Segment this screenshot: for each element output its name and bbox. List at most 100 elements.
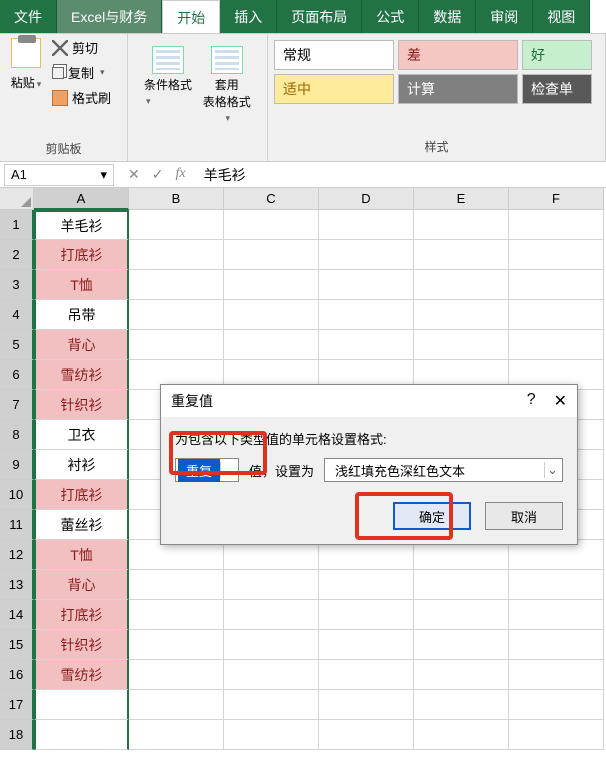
cell[interactable]	[224, 720, 319, 750]
row-header[interactable]: 6	[0, 360, 34, 390]
cell[interactable]	[319, 630, 414, 660]
row-header[interactable]: 3	[0, 270, 34, 300]
col-header-A[interactable]: A	[34, 188, 129, 210]
col-header-F[interactable]: F	[509, 188, 604, 210]
tab-view[interactable]: 视图	[533, 0, 590, 33]
cell[interactable]	[224, 600, 319, 630]
cell[interactable]	[509, 660, 604, 690]
cell[interactable]	[319, 720, 414, 750]
cell[interactable]	[414, 240, 509, 270]
cell[interactable]	[224, 240, 319, 270]
row-header[interactable]: 10	[0, 480, 34, 510]
copy-button[interactable]: 复制	[52, 63, 111, 82]
col-header-B[interactable]: B	[129, 188, 224, 210]
cell[interactable]	[414, 720, 509, 750]
row-header[interactable]: 18	[0, 720, 34, 750]
cell[interactable]	[224, 300, 319, 330]
row-header[interactable]: 8	[0, 420, 34, 450]
tab-formulas[interactable]: 公式	[362, 0, 419, 33]
cell[interactable]	[414, 660, 509, 690]
cell[interactable]	[129, 570, 224, 600]
row-header[interactable]: 2	[0, 240, 34, 270]
tab-page-layout[interactable]: 页面布局	[277, 0, 362, 33]
cut-button[interactable]: 剪切	[52, 38, 111, 57]
format-painter-button[interactable]: 格式刷	[52, 88, 111, 107]
cell[interactable]	[129, 600, 224, 630]
cell[interactable]	[414, 210, 509, 240]
tab-insert[interactable]: 插入	[220, 0, 277, 33]
cell[interactable]: 针织衫	[34, 630, 129, 660]
row-header[interactable]: 4	[0, 300, 34, 330]
row-header[interactable]: 15	[0, 630, 34, 660]
tab-home[interactable]: 开始	[162, 0, 220, 33]
cell[interactable]	[34, 720, 129, 750]
cell[interactable]: T恤	[34, 540, 129, 570]
tab-file[interactable]: 文件	[0, 0, 57, 33]
cell[interactable]	[414, 600, 509, 630]
cell[interactable]: 雪纺衫	[34, 660, 129, 690]
cell[interactable]	[509, 630, 604, 660]
cell[interactable]: 打底衫	[34, 480, 129, 510]
cell[interactable]	[129, 720, 224, 750]
format-select[interactable]: 浅红填充色深红色文本 ⌄	[324, 458, 563, 482]
close-icon[interactable]: ✕	[554, 391, 567, 411]
cell[interactable]	[414, 270, 509, 300]
conditional-format-button[interactable]: 条件格式	[144, 46, 193, 124]
cell[interactable]	[414, 330, 509, 360]
name-box[interactable]: A1 ▾	[4, 164, 114, 186]
cell[interactable]	[509, 330, 604, 360]
row-header[interactable]: 13	[0, 570, 34, 600]
cell[interactable]	[129, 240, 224, 270]
cell[interactable]	[224, 690, 319, 720]
cell[interactable]	[34, 690, 129, 720]
row-header[interactable]: 12	[0, 540, 34, 570]
cell[interactable]: T恤	[34, 270, 129, 300]
col-header-D[interactable]: D	[319, 188, 414, 210]
cell[interactable]	[224, 630, 319, 660]
cell[interactable]	[129, 330, 224, 360]
cell-style-good[interactable]: 好	[522, 40, 592, 70]
cell[interactable]	[509, 300, 604, 330]
cell[interactable]	[509, 570, 604, 600]
col-header-C[interactable]: C	[224, 188, 319, 210]
cell-style-normal[interactable]: 常规	[274, 40, 394, 70]
cell[interactable]	[129, 210, 224, 240]
cell[interactable]: 雪纺衫	[34, 360, 129, 390]
row-header[interactable]: 17	[0, 690, 34, 720]
cell-style-neutral[interactable]: 适中	[274, 74, 394, 104]
cell[interactable]: 吊带	[34, 300, 129, 330]
format-as-table-button[interactable]: 套用 表格格式	[203, 46, 252, 124]
enter-formula-icon[interactable]: ✓	[152, 166, 164, 183]
row-header[interactable]: 11	[0, 510, 34, 540]
value-type-select[interactable]: 重复 ⌄	[175, 458, 239, 482]
cell-style-check[interactable]: 检查单	[522, 74, 592, 104]
ok-button[interactable]: 确定	[393, 502, 471, 530]
cell[interactable]	[509, 720, 604, 750]
row-header[interactable]: 5	[0, 330, 34, 360]
cell[interactable]	[319, 690, 414, 720]
cell[interactable]: 背心	[34, 330, 129, 360]
cell[interactable]	[414, 690, 509, 720]
cell[interactable]	[319, 600, 414, 630]
cancel-button[interactable]: 取消	[485, 502, 563, 530]
fx-icon[interactable]: fx	[175, 166, 185, 183]
cell[interactable]: 打底衫	[34, 600, 129, 630]
row-header[interactable]: 7	[0, 390, 34, 420]
cell[interactable]	[319, 210, 414, 240]
cell[interactable]	[319, 660, 414, 690]
row-header[interactable]: 9	[0, 450, 34, 480]
tab-data[interactable]: 数据	[419, 0, 476, 33]
help-icon[interactable]: ?	[527, 391, 536, 411]
cell[interactable]	[129, 270, 224, 300]
cell-style-bad[interactable]: 差	[398, 40, 518, 70]
cell[interactable]: 卫衣	[34, 420, 129, 450]
row-header[interactable]: 1	[0, 210, 34, 240]
cell[interactable]	[414, 300, 509, 330]
cell-style-calc[interactable]: 计算	[398, 74, 518, 104]
cell[interactable]	[319, 270, 414, 300]
cell[interactable]	[129, 630, 224, 660]
col-header-E[interactable]: E	[414, 188, 509, 210]
cell[interactable]: 背心	[34, 570, 129, 600]
cell[interactable]: 打底衫	[34, 240, 129, 270]
cell[interactable]	[129, 690, 224, 720]
